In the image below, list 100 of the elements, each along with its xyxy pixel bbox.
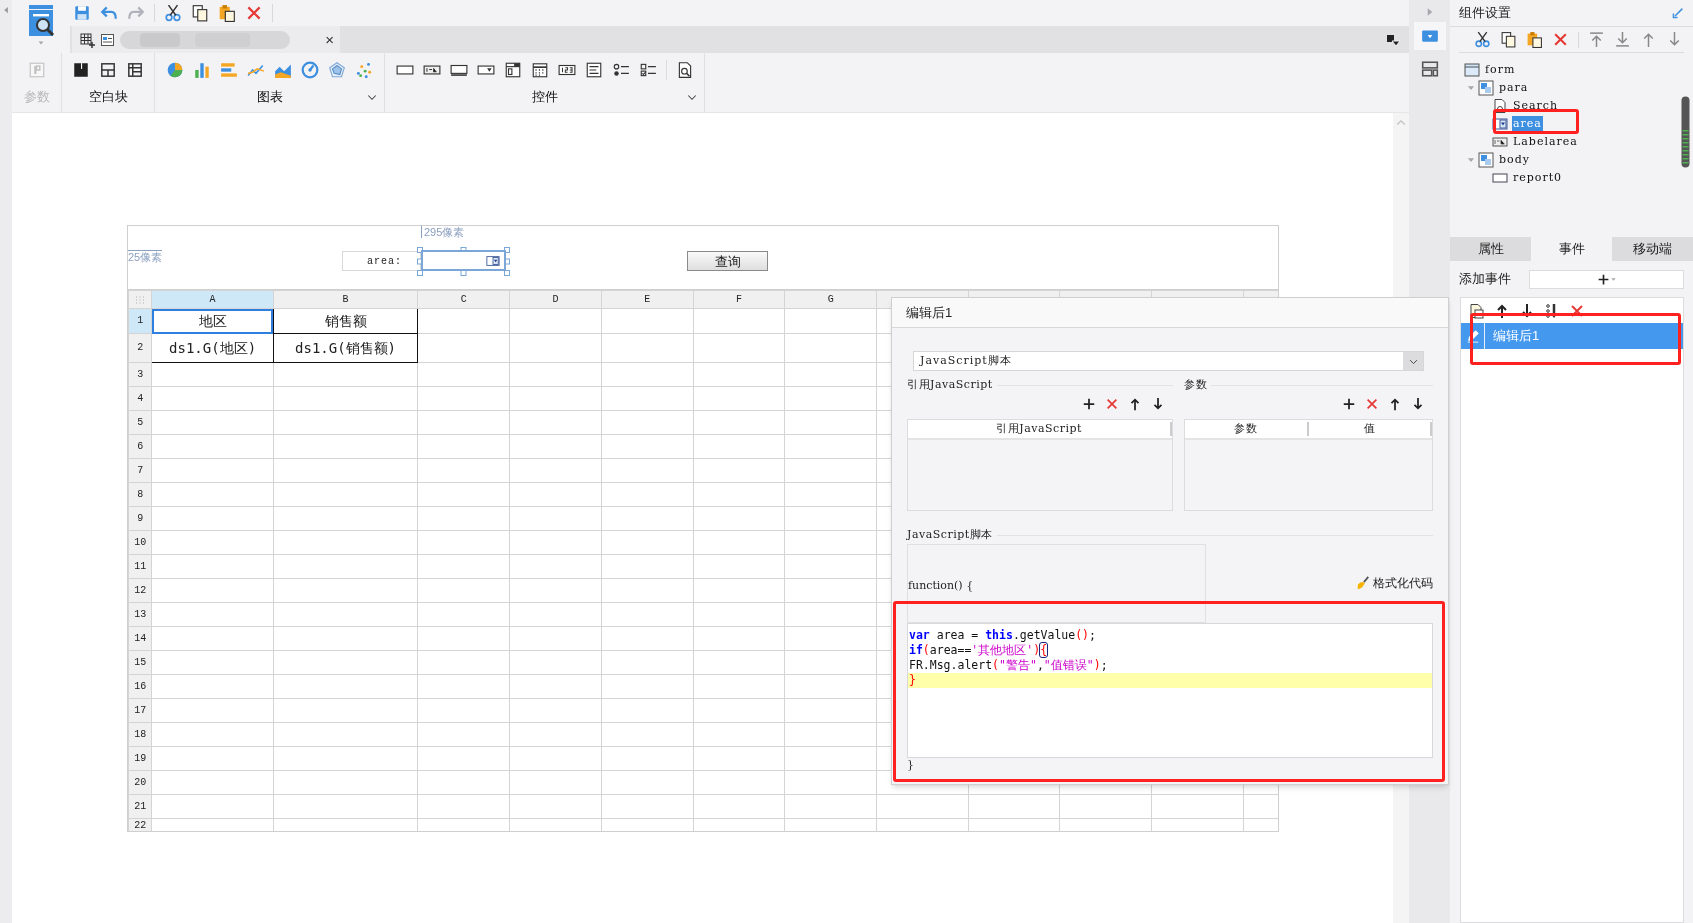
paste-icon[interactable] (218, 4, 236, 22)
save-icon[interactable] (73, 4, 91, 22)
move-top-icon[interactable] (1588, 31, 1605, 48)
row-header[interactable]: 7 (128, 458, 152, 483)
script-type-select[interactable]: JavaScript脚本 (913, 351, 1424, 371)
dropdown-icon[interactable] (485, 253, 501, 268)
move-up-icon[interactable] (1388, 397, 1402, 411)
cut-icon[interactable] (1474, 31, 1491, 48)
text-area-icon[interactable] (584, 61, 603, 79)
row-header[interactable]: 20 (128, 770, 152, 795)
row-header[interactable]: 4 (128, 386, 152, 411)
horizontal-bar-chart-icon[interactable] (220, 61, 238, 79)
column-header[interactable]: G (784, 290, 877, 309)
tree-item[interactable]: body (1498, 151, 1531, 169)
cut-icon[interactable] (164, 4, 182, 22)
delete-icon[interactable] (1365, 397, 1379, 411)
row-header[interactable]: 17 (128, 698, 152, 723)
row-header[interactable]: 9 (128, 506, 152, 531)
column-header[interactable]: B (273, 290, 418, 309)
row-header[interactable]: 15 (128, 650, 152, 675)
row-header[interactable]: 3 (128, 362, 152, 387)
component-button[interactable] (1413, 22, 1446, 50)
row-header[interactable]: 6 (128, 434, 152, 459)
row-header[interactable]: 8 (128, 482, 152, 507)
document-tab[interactable]: × (72, 26, 340, 53)
row-header[interactable]: 18 (128, 722, 152, 747)
checkbox-group-icon[interactable] (638, 61, 657, 79)
format-code-button[interactable]: 格式化代码 (1356, 574, 1433, 592)
gauge-icon[interactable] (301, 61, 319, 79)
width-label: 295像素 (421, 226, 465, 238)
column-header[interactable]: 值 (1308, 422, 1432, 436)
row-header[interactable]: 16 (128, 674, 152, 699)
column-header[interactable]: D (509, 290, 602, 309)
delete-icon[interactable] (1105, 397, 1120, 411)
table-cell[interactable]: ds1.G(地区) (151, 333, 274, 363)
code-footer: } (907, 758, 914, 772)
section-label: 参数 (1184, 376, 1208, 393)
column-header[interactable]: E (601, 290, 694, 309)
row-header[interactable]: 13 (128, 602, 152, 627)
bar-chart-icon[interactable] (193, 61, 211, 79)
row-header[interactable]: 12 (128, 578, 152, 603)
filled-block-icon[interactable] (72, 61, 90, 79)
column-header[interactable]: F (693, 290, 785, 309)
add-icon[interactable] (1082, 397, 1097, 411)
column-header[interactable]: C (417, 290, 510, 309)
calendar-icon[interactable] (530, 61, 549, 79)
tree-item[interactable]: Search (1512, 97, 1560, 115)
caret-icon (1609, 275, 1617, 283)
date-field-icon[interactable] (503, 61, 522, 79)
query-button[interactable]: 查询 (687, 251, 768, 271)
code-editor[interactable]: var area = this.getValue(); if(area=='其他地区'){ FR.Msg.alert("警告","值错误"); } (907, 623, 1433, 758)
quad-block-icon[interactable] (99, 61, 117, 79)
row-header[interactable]: 14 (128, 626, 152, 651)
table-cell[interactable]: ds1.G(销售额) (273, 333, 418, 363)
container-icon (1478, 152, 1494, 168)
undo-icon[interactable] (100, 4, 118, 22)
radio-group-icon[interactable] (611, 61, 630, 79)
panel-tab[interactable]: 属性 (1450, 237, 1531, 261)
tree-item[interactable]: report0 (1512, 169, 1564, 187)
row-header[interactable]: 10 (128, 530, 152, 555)
delete-icon[interactable] (1552, 31, 1569, 48)
column-header[interactable]: A (151, 290, 274, 309)
dropdown-icon[interactable] (1420, 27, 1439, 45)
rectangle-icon (1492, 170, 1508, 186)
dropdown-field[interactable] (421, 250, 506, 271)
code-header: function() { (908, 577, 974, 594)
tree-item[interactable]: form (1484, 61, 1517, 79)
copy-icon[interactable] (1500, 31, 1517, 48)
row-header[interactable]: 2 (128, 333, 152, 363)
copy-icon[interactable] (191, 4, 209, 22)
table-cell[interactable]: 销售额 (273, 308, 418, 334)
table-block-icon[interactable] (126, 61, 144, 79)
tree-item[interactable]: para (1498, 79, 1530, 97)
panel-title: 组件设置 (1459, 4, 1511, 23)
pin-icon[interactable] (1671, 6, 1684, 20)
dropdown-icon (1492, 116, 1508, 132)
delete-icon[interactable] (245, 4, 263, 22)
layout-icon[interactable] (1420, 60, 1439, 78)
new-document-icon[interactable] (1469, 302, 1485, 319)
move-down-icon[interactable] (1411, 397, 1425, 411)
move-bottom-icon[interactable] (1614, 31, 1631, 48)
scrollbar-thumb[interactable] (1681, 96, 1690, 168)
container-icon (1478, 80, 1494, 96)
close-tab-button[interactable]: × (325, 32, 334, 47)
paste-icon[interactable] (1526, 31, 1543, 48)
row-header[interactable]: 5 (128, 410, 152, 435)
add-icon[interactable] (1342, 397, 1356, 411)
move-down-icon[interactable] (1519, 302, 1535, 319)
panel-tab[interactable]: 移动端 (1612, 237, 1693, 261)
row-header[interactable]: 21 (128, 794, 152, 819)
row-header[interactable]: 11 (128, 554, 152, 579)
scatter-chart-icon[interactable] (355, 61, 373, 79)
radar-chart-icon[interactable] (328, 61, 346, 79)
column-header[interactable]: 参数 (1185, 422, 1309, 436)
table-cell[interactable]: 地区 (151, 308, 274, 334)
row-header[interactable]: 19 (128, 746, 152, 771)
pie-chart-icon[interactable] (166, 61, 184, 79)
grid-plus-icon[interactable] (80, 31, 96, 48)
row-header[interactable]: 1 (128, 308, 152, 334)
tree-item[interactable]: Labelarea (1512, 133, 1579, 151)
